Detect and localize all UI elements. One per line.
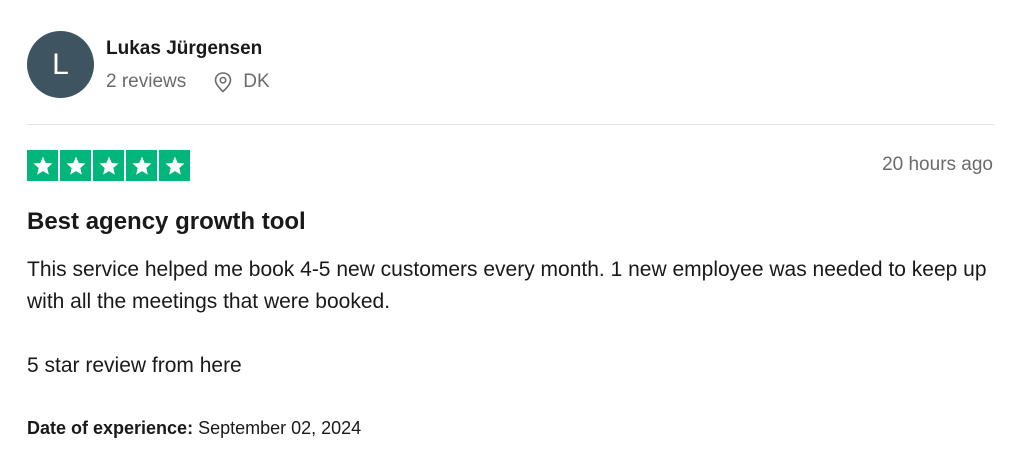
- reviewer-location: DK: [213, 71, 270, 93]
- location-pin-icon: [213, 71, 233, 93]
- divider: [27, 124, 994, 125]
- review-title[interactable]: Best agency growth tool: [27, 208, 306, 236]
- star-icon: [60, 150, 91, 181]
- country-code: DK: [243, 71, 270, 92]
- review-time: 20 hours ago: [882, 154, 993, 175]
- review-body: This service helped me book 4-5 new cust…: [27, 254, 997, 382]
- review-text: 5 star review from here: [27, 354, 242, 377]
- avatar[interactable]: L: [27, 31, 94, 98]
- reviewer-name[interactable]: Lukas Jürgensen: [106, 38, 262, 60]
- reviews-count: 2 reviews: [106, 71, 187, 92]
- star-icon: [159, 150, 190, 181]
- avatar-initial: L: [52, 47, 69, 81]
- star-rating: [27, 150, 190, 181]
- star-icon: [27, 150, 58, 181]
- experience-label: Date of experience:: [27, 418, 194, 438]
- experience-date: September 02, 2024: [198, 418, 362, 438]
- review-card: L Lukas Jürgensen 2 reviews DK 20 hours …: [0, 0, 1024, 464]
- review-text: This service helped me book 4-5 new cust…: [27, 258, 987, 313]
- star-icon: [126, 150, 157, 181]
- star-icon: [93, 150, 124, 181]
- reviewer-meta: 2 reviews DK: [106, 70, 270, 94]
- date-of-experience: Date of experience: September 02, 2024: [27, 418, 361, 439]
